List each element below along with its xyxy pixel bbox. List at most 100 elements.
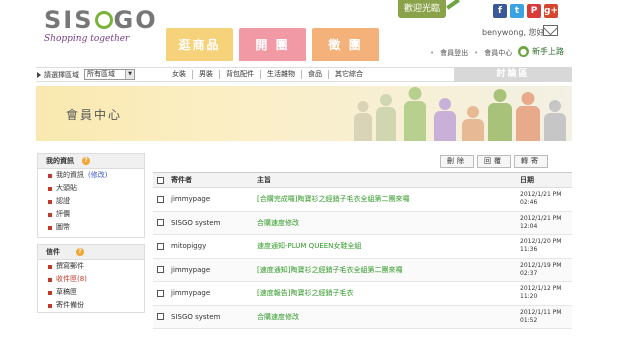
sidebar-item-sent[interactable]: 寄件備份 [38, 299, 144, 312]
row-subject[interactable]: 速度通知-PLUM QUEEN女鞋全組 [255, 241, 520, 251]
help-icon[interactable]: ? [82, 157, 90, 165]
row-sender: SISGO system [171, 312, 221, 321]
row-sender: SISGO system [171, 218, 221, 227]
row-checkbox-cell [153, 289, 168, 297]
category-women[interactable]: 女裝 [166, 70, 193, 79]
people-illustration [404, 87, 426, 141]
logo-circle-icon [94, 11, 113, 29]
header-sender[interactable]: 寄件者 [168, 173, 255, 187]
logo[interactable]: SIS GO [44, 6, 158, 34]
category-bags[interactable]: 背包配件 [220, 70, 261, 79]
table-row[interactable]: jimmypage [合購完成囉]陶寶衫之經銷子毛衣全組第二團來囉 2012/1… [153, 188, 572, 212]
row-sender: jimmypage [171, 289, 211, 298]
tab-browse-products[interactable]: 逛商品 [166, 28, 233, 61]
table-row[interactable]: mitopiggy 速度通知-PLUM QUEEN女鞋全組 2012/1/20 … [153, 235, 572, 259]
bullet-icon [48, 290, 52, 295]
category-food[interactable]: 食品 [302, 70, 329, 79]
people-illustration [516, 92, 540, 141]
bullet-icon [48, 303, 52, 308]
logout-link[interactable]: 會員登出 [440, 48, 468, 58]
region-label-text: 請選擇區域 [44, 71, 79, 79]
row-checkbox-cell [153, 242, 168, 250]
row-sender: mitopiggy [171, 242, 207, 251]
mail-panel: 信件 ? 撰寫郵件 收件匣 (8) 草稿匣 寄件備份 [37, 244, 145, 313]
category-living[interactable]: 生活雜物 [261, 70, 302, 79]
select-all-checkbox[interactable] [157, 177, 164, 184]
row-checkbox-cell [153, 266, 168, 274]
people-illustration [376, 94, 396, 141]
person-icon: ● [518, 46, 529, 57]
row-checkbox[interactable] [157, 289, 164, 297]
table-row[interactable]: jimmypage [速度通知]陶寶衫之經銷子毛衣全組第二團來囉 2012/1/… [153, 258, 572, 282]
sidebar-item-label: 寄件備份 [56, 301, 84, 309]
sidebar-item-label: 我的資訊 [56, 171, 84, 179]
my-info-title: 我的資訊 [46, 157, 74, 165]
row-checkbox[interactable] [157, 195, 164, 203]
people-illustration [544, 100, 566, 141]
tab-request-group[interactable]: 徵 團 [312, 28, 379, 61]
row-subject[interactable]: 合購速度修改 [255, 312, 520, 322]
row-subject[interactable]: [速度通知]陶寶衫之經銷子毛衣全組第二團來囉 [255, 265, 520, 275]
row-checkbox[interactable] [157, 242, 164, 250]
sidebar-item-drafts[interactable]: 草稿匣 [38, 286, 144, 299]
row-subject[interactable]: 合購速度修改 [255, 218, 520, 228]
row-date: 2012/1/21 PM 02:46 [520, 191, 562, 207]
new-user-guide-link[interactable]: ● 新手上路 [518, 46, 564, 57]
tab-open-group[interactable]: 開 團 [239, 28, 306, 61]
header-subject[interactable]: 主旨 [255, 173, 520, 187]
region-select[interactable]: 所有區域 ▼ [84, 69, 135, 80]
bullet-icon [48, 264, 52, 269]
sidebar-item-compose[interactable]: 撰寫郵件 [38, 260, 144, 273]
bullet-icon [48, 186, 52, 191]
facebook-icon[interactable]: f [493, 4, 507, 18]
row-sender: jimmypage [171, 265, 211, 274]
header-date[interactable]: 日期 [520, 173, 572, 187]
category-men[interactable]: 男裝 [193, 70, 220, 79]
sidebar-item-avatar[interactable]: 大頭貼 [38, 182, 144, 195]
sidebar-item-inbox[interactable]: 收件匣 (8) [38, 273, 144, 286]
forum-tab[interactable]: 討論區 [454, 67, 572, 82]
people-illustration [434, 98, 456, 141]
bullet-icon [48, 173, 52, 178]
category-links: 女裝 男裝 背包配件 生活雜物 食品 其它綜合 [166, 70, 369, 79]
sidebar-item-label: 評價 [56, 210, 70, 218]
reply-button[interactable]: 回覆 [477, 155, 511, 168]
row-checkbox-cell [153, 313, 168, 321]
help-icon[interactable]: ? [76, 248, 84, 256]
row-date: 2012/1/12 PM 11:20 [520, 285, 562, 301]
forward-button[interactable]: 轉寄 [514, 155, 548, 168]
page: SIS GO Shopping together 逛商品 開 團 徵 團 歡迎光臨… [0, 0, 640, 337]
row-subject[interactable]: [速度報告]陶寶衫之經銷子毛衣 [255, 288, 520, 298]
google-plus-icon[interactable]: g+ [544, 4, 558, 18]
twitter-icon[interactable]: t [510, 4, 524, 18]
row-date: 2012/1/20 PM 11:36 [520, 238, 562, 254]
table-row[interactable]: jimmypage [速度報告]陶寶衫之經銷子毛衣 2012/1/12 PM 1… [153, 282, 572, 306]
member-center-link[interactable]: 會員中心 [484, 48, 512, 58]
plurk-icon[interactable]: P [527, 4, 541, 18]
bullet-icon: • [474, 49, 479, 57]
sidebar-item-coins[interactable]: 圖幣 [38, 221, 144, 237]
row-subject[interactable]: [合購完成囉]陶寶衫之經銷子毛衣全組第二團來囉 [255, 194, 520, 204]
sidebar-item-verification[interactable]: 認證 [38, 195, 144, 208]
edit-link[interactable]: (修改) [88, 169, 107, 182]
mail-icon[interactable] [543, 25, 558, 36]
sidebar-item-rating[interactable]: 評價 [38, 208, 144, 221]
row-checkbox[interactable] [157, 313, 164, 321]
sidebar-item-my-info[interactable]: 我的資訊 (修改) [38, 169, 144, 182]
row-checkbox[interactable] [157, 266, 164, 274]
mail-toolbar: 刪除 回覆 轉寄 [440, 155, 548, 168]
table-row[interactable]: SISGO system 合購速度修改 2012/1/21 PM 12:04 [153, 211, 572, 235]
chevron-down-icon: ▼ [125, 70, 134, 79]
bullet-icon [48, 199, 52, 204]
table-row[interactable]: SISGO system 合購速度修改 2012/1/11 PM 01:52 [153, 305, 572, 329]
user-greeting: benywong, 您好 [482, 28, 545, 37]
bullet-icon [48, 277, 52, 282]
people-illustration [354, 101, 372, 141]
category-other[interactable]: 其它綜合 [329, 70, 369, 79]
delete-button[interactable]: 刪除 [440, 155, 474, 168]
row-checkbox[interactable] [157, 219, 164, 227]
row-date: 2012/1/19 PM 02:37 [520, 261, 562, 277]
pencil-icon [446, 0, 460, 10]
my-info-header: 我的資訊 ? [38, 154, 144, 169]
sidebar-item-label: 收件匣 [56, 275, 77, 283]
